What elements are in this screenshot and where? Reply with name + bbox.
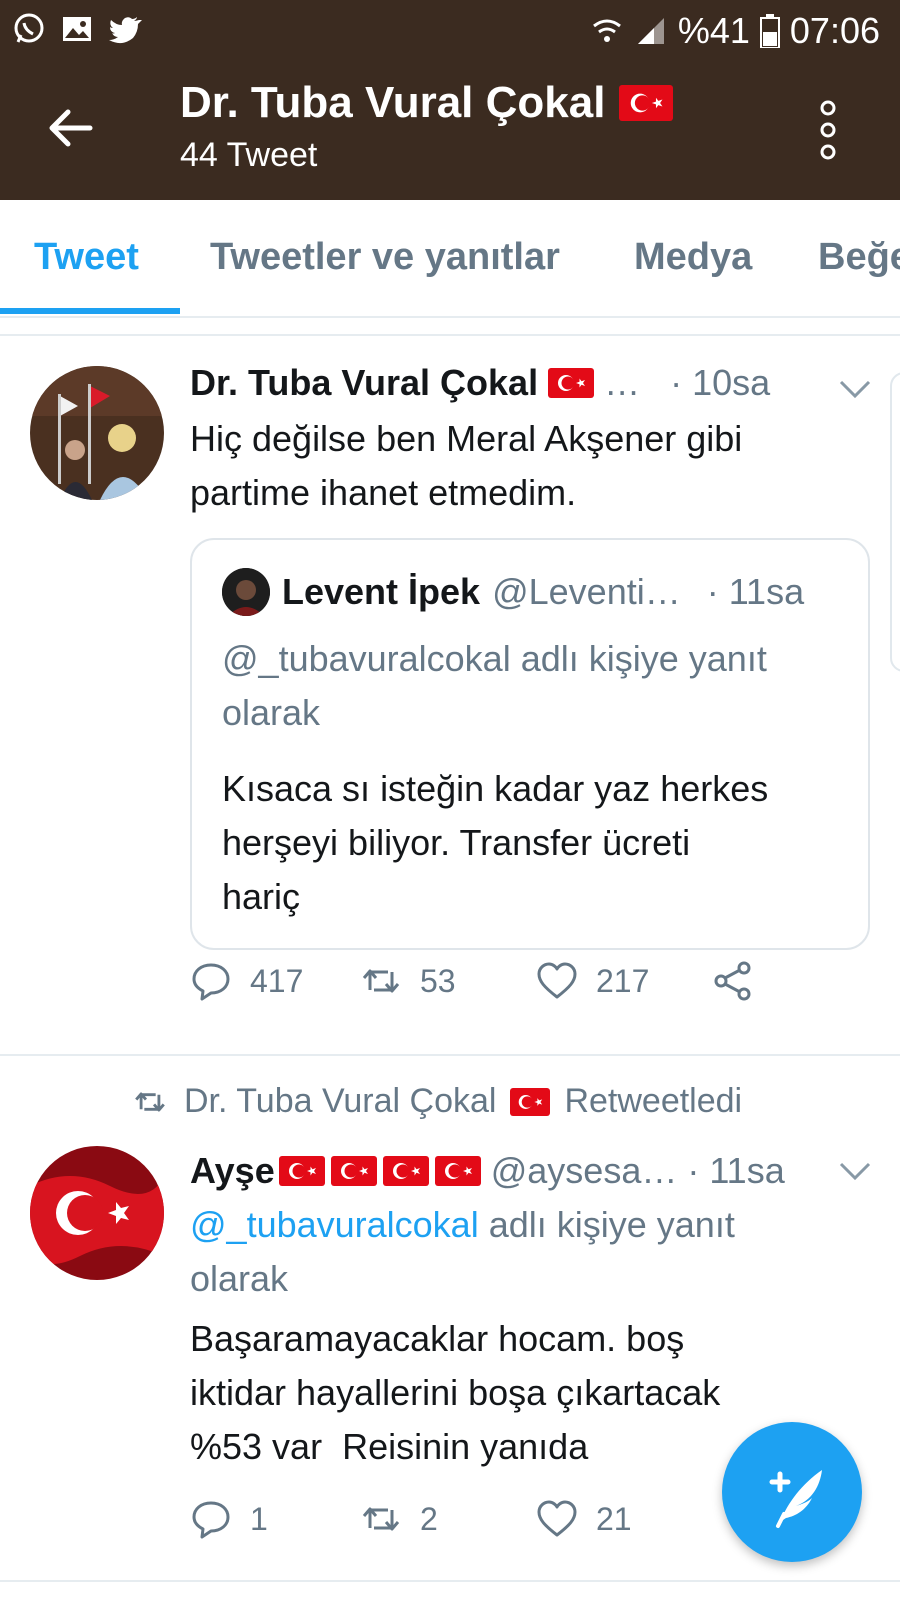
mention-link[interactable]: @_tubavuralcokal — [190, 1204, 479, 1245]
chevron-down-icon[interactable] — [838, 1160, 872, 1182]
avatar — [222, 568, 270, 616]
compose-tweet-button[interactable] — [722, 1422, 862, 1562]
tweet-time: · 10sa — [670, 362, 771, 403]
quoted-text-line: Kısaca sı isteğin kadar yaz herkes — [222, 768, 769, 809]
tweet-text-line: Hiç değilse ben Meral Akşener gibi — [190, 418, 743, 459]
retweet-button[interactable]: 2 — [360, 1498, 536, 1540]
turkey-flag-icon — [434, 1156, 481, 1186]
like-button[interactable]: 217 — [536, 960, 712, 1002]
retweet-icon — [362, 969, 400, 993]
compose-feather-icon — [769, 1470, 822, 1528]
reply-context: olarak — [222, 692, 321, 733]
quoted-author-handle: @Leventi… — [492, 571, 681, 612]
quoted-text-line: hariç — [222, 876, 301, 917]
author-handle: @aysesa… — [490, 1150, 678, 1191]
quoted-tweet[interactable]: Levent İpek @Leventi… · 11sa @_tubavural… — [190, 538, 870, 950]
avatar[interactable] — [30, 366, 164, 500]
heart-icon — [537, 962, 577, 999]
reply-icon — [192, 1501, 230, 1539]
retweet-button[interactable]: 53 — [360, 960, 536, 1002]
reply-count: 1 — [250, 1500, 268, 1537]
share-icon — [714, 961, 751, 1001]
tweet-1[interactable]: Dr. Tuba Vural Çokal … · 10sa Hiç değils… — [0, 0, 900, 1050]
retweet-icon — [362, 1507, 400, 1531]
quoted-tweet-time: · 11sa — [706, 571, 805, 612]
reply-context-text: adlı kişiye yanıt — [478, 1204, 735, 1245]
reply-context: @_tubavuralcokal adlı kişiye yanıt — [190, 1198, 850, 1252]
turkey-flag-icon — [548, 368, 595, 398]
heart-icon — [537, 1500, 577, 1537]
reply-button[interactable]: 417 — [190, 960, 360, 1002]
avatar[interactable] — [30, 1146, 164, 1280]
quoted-author-name: Levent İpek — [282, 571, 481, 612]
retweet-count: 53 — [420, 962, 456, 999]
turkey-flag-icon — [278, 1156, 325, 1186]
retweeter-name: Dr. Tuba Vural Çokal — [184, 1082, 497, 1120]
reply-context: @_tubavuralcokal adlı kişiye yanıt — [222, 638, 767, 679]
tweet-text-line: iktidar hayallerini boşa çıkartacak — [190, 1372, 721, 1413]
reply-context-text: olarak — [190, 1258, 289, 1299]
turkey-flag-icon — [330, 1156, 377, 1186]
quoted-text-line: herşeyi biliyor. Transfer ücreti — [222, 822, 691, 863]
retweet-count: 2 — [420, 1500, 438, 1537]
like-count: 21 — [596, 1500, 632, 1537]
author-name[interactable]: Dr. Tuba Vural Çokal — [190, 362, 538, 404]
divider — [0, 1054, 900, 1056]
retweet-banner[interactable]: Dr. Tuba Vural Çokal Retweetledi — [130, 1082, 742, 1121]
like-count: 217 — [596, 962, 650, 999]
tweet-text-line: partime ihanet etmedim. — [190, 472, 577, 513]
turkey-flag-icon — [510, 1087, 551, 1116]
retweet-icon — [135, 1091, 165, 1112]
divider — [0, 1580, 900, 1582]
name-ellipsis: … — [604, 362, 641, 403]
reply-icon — [192, 963, 230, 1001]
tweet-text-line: Başaramayacaklar hocam. boş — [190, 1318, 685, 1359]
chevron-down-icon[interactable] — [838, 378, 872, 400]
tweet-time: · 11sa — [687, 1150, 785, 1191]
like-button[interactable]: 21 — [536, 1498, 712, 1540]
share-button[interactable] — [712, 960, 754, 1002]
reply-count: 417 — [250, 962, 304, 999]
author-name[interactable]: Ayşe — [190, 1150, 275, 1192]
reply-button[interactable]: 1 — [190, 1498, 360, 1540]
turkey-flag-icon — [382, 1156, 429, 1186]
retweet-action: Retweetledi — [564, 1082, 743, 1120]
